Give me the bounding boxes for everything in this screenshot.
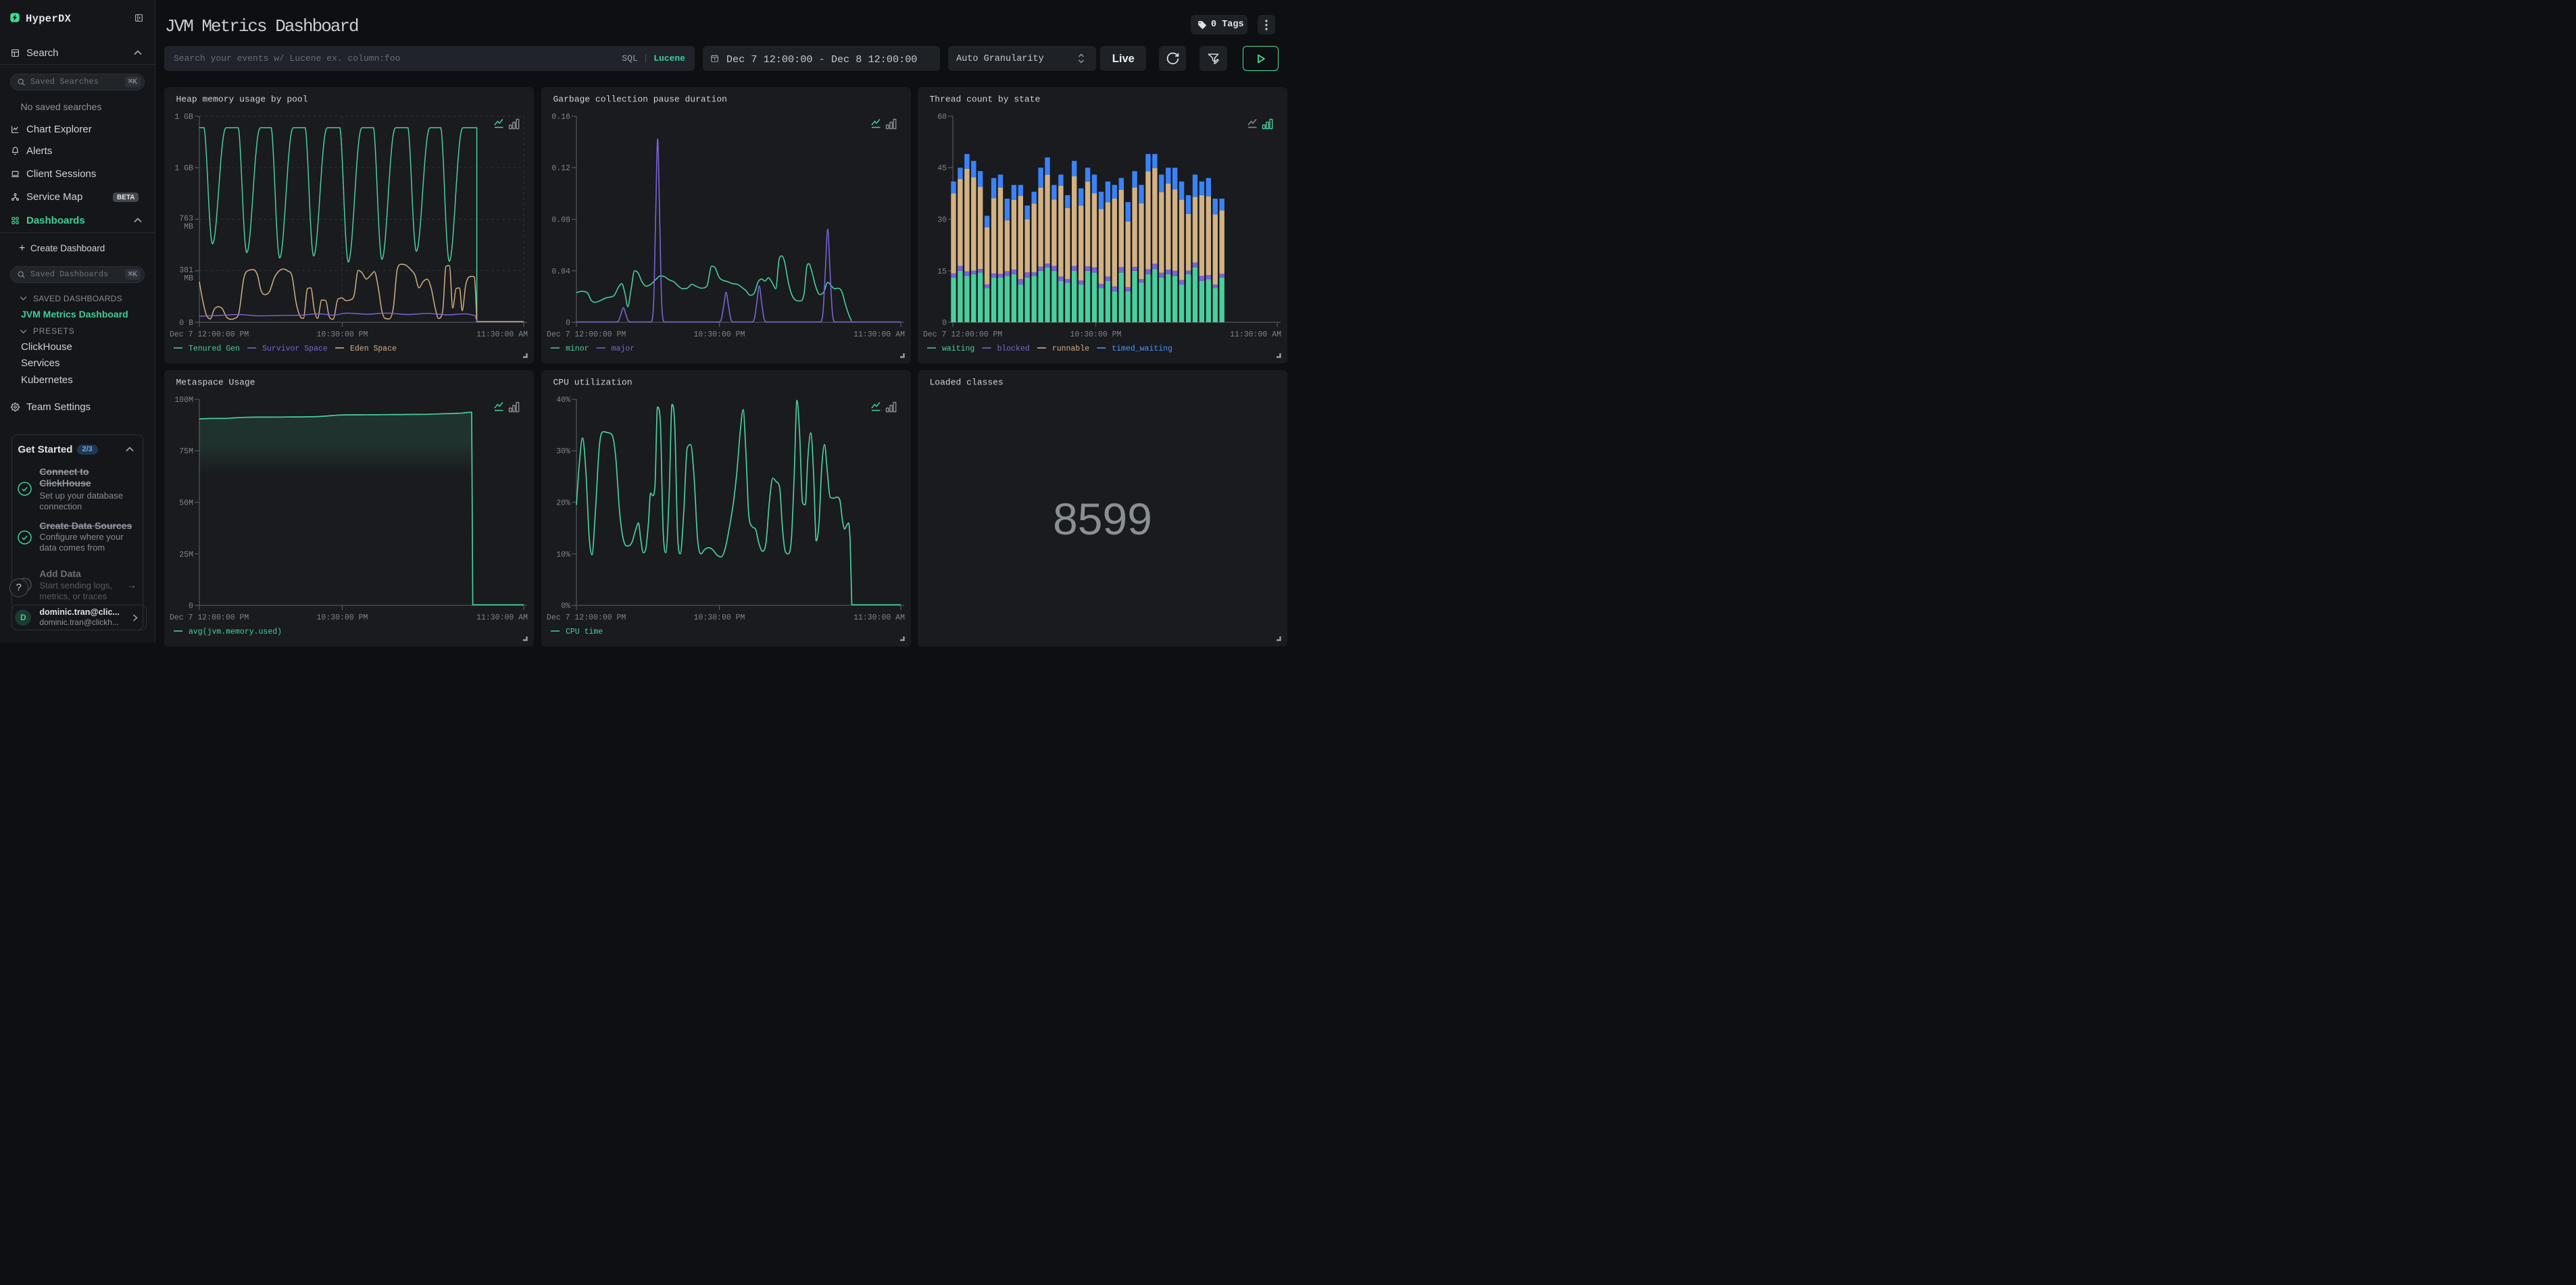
svg-text:10:30:00 PM: 10:30:00 PM <box>693 330 745 339</box>
svg-text:11:30:00 AM: 11:30:00 AM <box>853 613 905 622</box>
svg-text:0.04: 0.04 <box>551 267 570 276</box>
svg-text:10:30:00 PM: 10:30:00 PM <box>317 613 368 622</box>
svg-text:Dec 7 12:00:00 PM: Dec 7 12:00:00 PM <box>547 330 626 339</box>
svg-text:0 B: 0 B <box>179 319 193 328</box>
svg-text:75M: 75M <box>179 447 193 456</box>
svg-text:0.16: 0.16 <box>551 113 570 122</box>
svg-text:1 GB: 1 GB <box>174 113 193 122</box>
svg-text:0.08: 0.08 <box>551 216 570 224</box>
svg-text:20%: 20% <box>556 499 570 508</box>
svg-text:60: 60 <box>937 113 947 122</box>
svg-text:10%: 10% <box>556 551 570 559</box>
svg-text:Garbage collection pause durat: Garbage collection pause duration <box>553 94 726 104</box>
svg-text:30%: 30% <box>556 447 570 456</box>
svg-text:10:30:00 PM: 10:30:00 PM <box>317 330 368 339</box>
svg-text:15: 15 <box>937 267 947 276</box>
svg-text:0: 0 <box>566 319 570 328</box>
svg-text:11:30:00 AM: 11:30:00 AM <box>1230 330 1281 339</box>
svg-text:30: 30 <box>937 216 947 224</box>
svg-text:Loaded classes: Loaded classes <box>930 378 1004 388</box>
svg-text:Survivor Space: Survivor Space <box>262 345 328 353</box>
svg-text:major: major <box>611 345 635 353</box>
svg-text:blocked: blocked <box>997 345 1029 353</box>
svg-text:10:30:00 PM: 10:30:00 PM <box>1070 330 1122 339</box>
svg-text:11:30:00 AM: 11:30:00 AM <box>853 330 905 339</box>
svg-text:25M: 25M <box>179 551 193 559</box>
svg-text:Thread count by state: Thread count by state <box>930 94 1041 104</box>
svg-text:timed_waiting: timed_waiting <box>1112 345 1172 353</box>
svg-text:11:30:00 AM: 11:30:00 AM <box>476 330 528 339</box>
svg-text:Eden Space: Eden Space <box>350 345 397 353</box>
svg-text:Dec 7 12:00:00 PM: Dec 7 12:00:00 PM <box>170 613 249 622</box>
svg-text:10:30:00 PM: 10:30:00 PM <box>693 613 745 622</box>
svg-text:45: 45 <box>937 164 947 173</box>
svg-text:Tenured Gen: Tenured Gen <box>189 345 240 353</box>
svg-text:11:30:00 AM: 11:30:00 AM <box>476 613 528 622</box>
svg-text:Dec 7 12:00:00 PM: Dec 7 12:00:00 PM <box>547 613 626 622</box>
svg-text:CPU utilization: CPU utilization <box>553 378 632 388</box>
svg-text:Dec 7 12:00:00 PM: Dec 7 12:00:00 PM <box>170 330 249 339</box>
svg-text:8599: 8599 <box>1053 494 1152 544</box>
svg-text:waiting: waiting <box>942 345 974 353</box>
svg-text:40%: 40% <box>556 396 570 405</box>
svg-text:0.12: 0.12 <box>551 164 570 173</box>
svg-text:runnable: runnable <box>1052 345 1089 353</box>
svg-text:Heap memory usage by pool: Heap memory usage by pool <box>176 94 308 104</box>
svg-text:100M: 100M <box>174 396 193 405</box>
svg-text:MB: MB <box>184 274 193 282</box>
svg-text:50M: 50M <box>179 499 193 508</box>
svg-text:MB: MB <box>184 222 193 231</box>
svg-text:avg(jvm.memory.used): avg(jvm.memory.used) <box>189 628 282 636</box>
svg-text:CPU time: CPU time <box>566 628 603 636</box>
svg-text:Metaspace Usage: Metaspace Usage <box>176 378 255 388</box>
svg-text:1 GB: 1 GB <box>174 164 193 173</box>
svg-text:Dec 7 12:00:00 PM: Dec 7 12:00:00 PM <box>923 330 1002 339</box>
svg-text:minor: minor <box>566 345 589 353</box>
svg-text:0: 0 <box>942 319 947 328</box>
svg-text:0: 0 <box>189 602 193 611</box>
svg-text:0%: 0% <box>561 602 570 611</box>
